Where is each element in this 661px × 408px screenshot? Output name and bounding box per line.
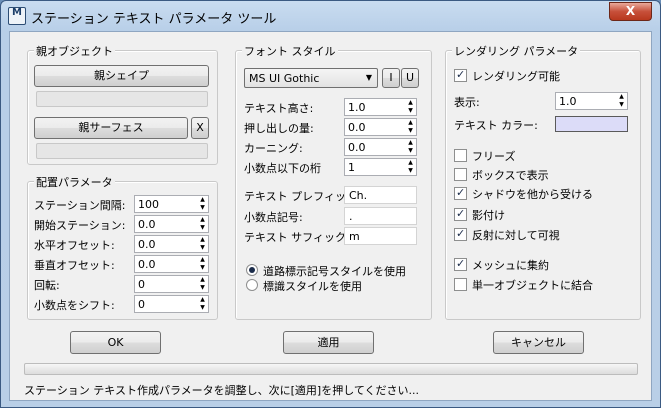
radio-dot[interactable] — [246, 279, 258, 291]
spinner-arrows-icon[interactable]: ▲ ▼ — [197, 236, 208, 252]
checkbox-box[interactable] — [454, 207, 467, 221]
rotation-label: 回転: — [34, 279, 60, 292]
rotation-spinner[interactable]: 0 ▲ ▼ — [134, 275, 209, 293]
close-button[interactable]: X — [609, 2, 652, 21]
start-station-spinner[interactable]: 0.0 ▲ ▼ — [134, 215, 209, 233]
status-text: ステーション テキスト作成パラメータを調整し、次に[適用]を押してください... — [24, 384, 420, 397]
progress-bar — [24, 363, 638, 375]
checkbox-box[interactable] — [454, 278, 467, 291]
decimal-symbol-label: 小数点記号: — [244, 211, 303, 224]
cancel-button[interactable]: キャンセル — [493, 331, 584, 354]
ok-button[interactable]: OK — [70, 331, 161, 354]
spinner-arrows-icon[interactable]: ▲ ▼ — [197, 216, 208, 232]
kerning-label: カーニング: — [244, 142, 303, 155]
display-label: 表示: — [454, 96, 480, 109]
station-interval-spinner[interactable]: 100 ▲ ▼ — [134, 195, 209, 213]
spinner-arrows-icon[interactable]: ▲ ▼ — [405, 99, 416, 115]
font-select[interactable]: MS UI Gothic ▼ — [244, 68, 378, 88]
horizontal-offset-spinner[interactable]: 0.0 ▲ ▼ — [134, 235, 209, 253]
dialog-client: 親オブジェクト 親シェイプ 親サーフェス X 配置パラメータ ステーション間隔:… — [9, 31, 652, 401]
text-prefix-input[interactable]: Ch. — [344, 186, 417, 204]
radio-dot[interactable] — [246, 264, 258, 276]
text-color-label: テキスト カラー: — [454, 119, 538, 132]
parent-shape-field — [36, 91, 208, 107]
text-height-label: テキスト高さ: — [244, 102, 314, 115]
start-station-label: 開始ステーション: — [34, 219, 126, 232]
chevron-down-icon: ▼ — [365, 73, 372, 82]
extrusion-label: 押し出しの量: — [244, 122, 314, 135]
app-icon: M — [8, 7, 26, 25]
decimal-places-label: 小数点以下の桁 — [244, 162, 321, 175]
dialog-window: M ステーション テキスト パラメータ ツール X 親オブジェクト 親シェイプ … — [0, 0, 661, 408]
clear-icon: X — [196, 121, 204, 134]
decimal-symbol-input[interactable]: . — [344, 207, 417, 225]
text-suffix-label: テキスト サフィックス — [244, 231, 357, 244]
spinner-arrows-icon[interactable]: ▲ ▼ — [197, 256, 208, 272]
checkbox-box[interactable] — [454, 68, 467, 82]
title-bar[interactable]: M ステーション テキスト パラメータ ツール X — [1, 1, 660, 31]
close-icon: X — [625, 4, 636, 18]
parent-shape-button[interactable]: 親シェイプ — [34, 65, 209, 87]
kerning-spinner[interactable]: 0.0 ▲ ▼ — [344, 138, 417, 156]
extrusion-spinner[interactable]: 0.0 ▲ ▼ — [344, 118, 417, 136]
apply-button[interactable]: 適用 — [283, 331, 374, 354]
display-spinner[interactable]: 1.0 ▲ ▼ — [555, 92, 628, 110]
checkbox-box[interactable] — [454, 186, 467, 200]
checkbox-box[interactable] — [454, 227, 467, 241]
spinner-arrows-icon[interactable]: ▲ ▼ — [197, 296, 208, 312]
parent-object-title: 親オブジェクト — [34, 43, 115, 59]
clear-surface-button[interactable]: X — [191, 117, 209, 139]
underline-button[interactable]: U — [401, 68, 419, 88]
checkbox-box[interactable] — [454, 257, 467, 271]
vertical-offset-label: 垂直オフセット: — [34, 259, 115, 272]
checkbox-box[interactable] — [454, 149, 467, 162]
font-style-title: フォント スタイル — [242, 43, 338, 59]
decimal-shift-label: 小数点をシフト: — [34, 299, 115, 312]
rendering-title: レンダリング パラメータ — [452, 43, 581, 59]
decimal-places-spinner[interactable]: 1 ▲ ▼ — [344, 158, 417, 176]
horizontal-offset-label: 水平オフセット: — [34, 239, 115, 252]
window-title: ステーション テキスト パラメータ ツール — [31, 12, 277, 27]
decimal-shift-spinner[interactable]: 0 ▲ ▼ — [134, 295, 209, 313]
text-suffix-input[interactable]: m — [344, 227, 417, 245]
checkbox-box[interactable] — [454, 168, 467, 181]
parent-surface-field — [36, 143, 208, 159]
spinner-arrows-icon[interactable]: ▲ ▼ — [405, 139, 416, 155]
spinner-arrows-icon[interactable]: ▲ ▼ — [197, 196, 208, 212]
spinner-arrows-icon[interactable]: ▲ ▼ — [197, 276, 208, 292]
italic-button[interactable]: I — [382, 68, 400, 88]
placement-title: 配置パラメータ — [34, 174, 115, 190]
text-height-spinner[interactable]: 1.0 ▲ ▼ — [344, 98, 417, 116]
spinner-arrows-icon[interactable]: ▲ ▼ — [405, 159, 416, 175]
station-interval-label: ステーション間隔: — [34, 199, 126, 212]
vertical-offset-spinner[interactable]: 0.0 ▲ ▼ — [134, 255, 209, 273]
text-color-swatch[interactable] — [555, 116, 628, 132]
spinner-arrows-icon[interactable]: ▲ ▼ — [616, 93, 627, 109]
parent-surface-button[interactable]: 親サーフェス — [34, 117, 188, 139]
spinner-arrows-icon[interactable]: ▲ ▼ — [405, 119, 416, 135]
